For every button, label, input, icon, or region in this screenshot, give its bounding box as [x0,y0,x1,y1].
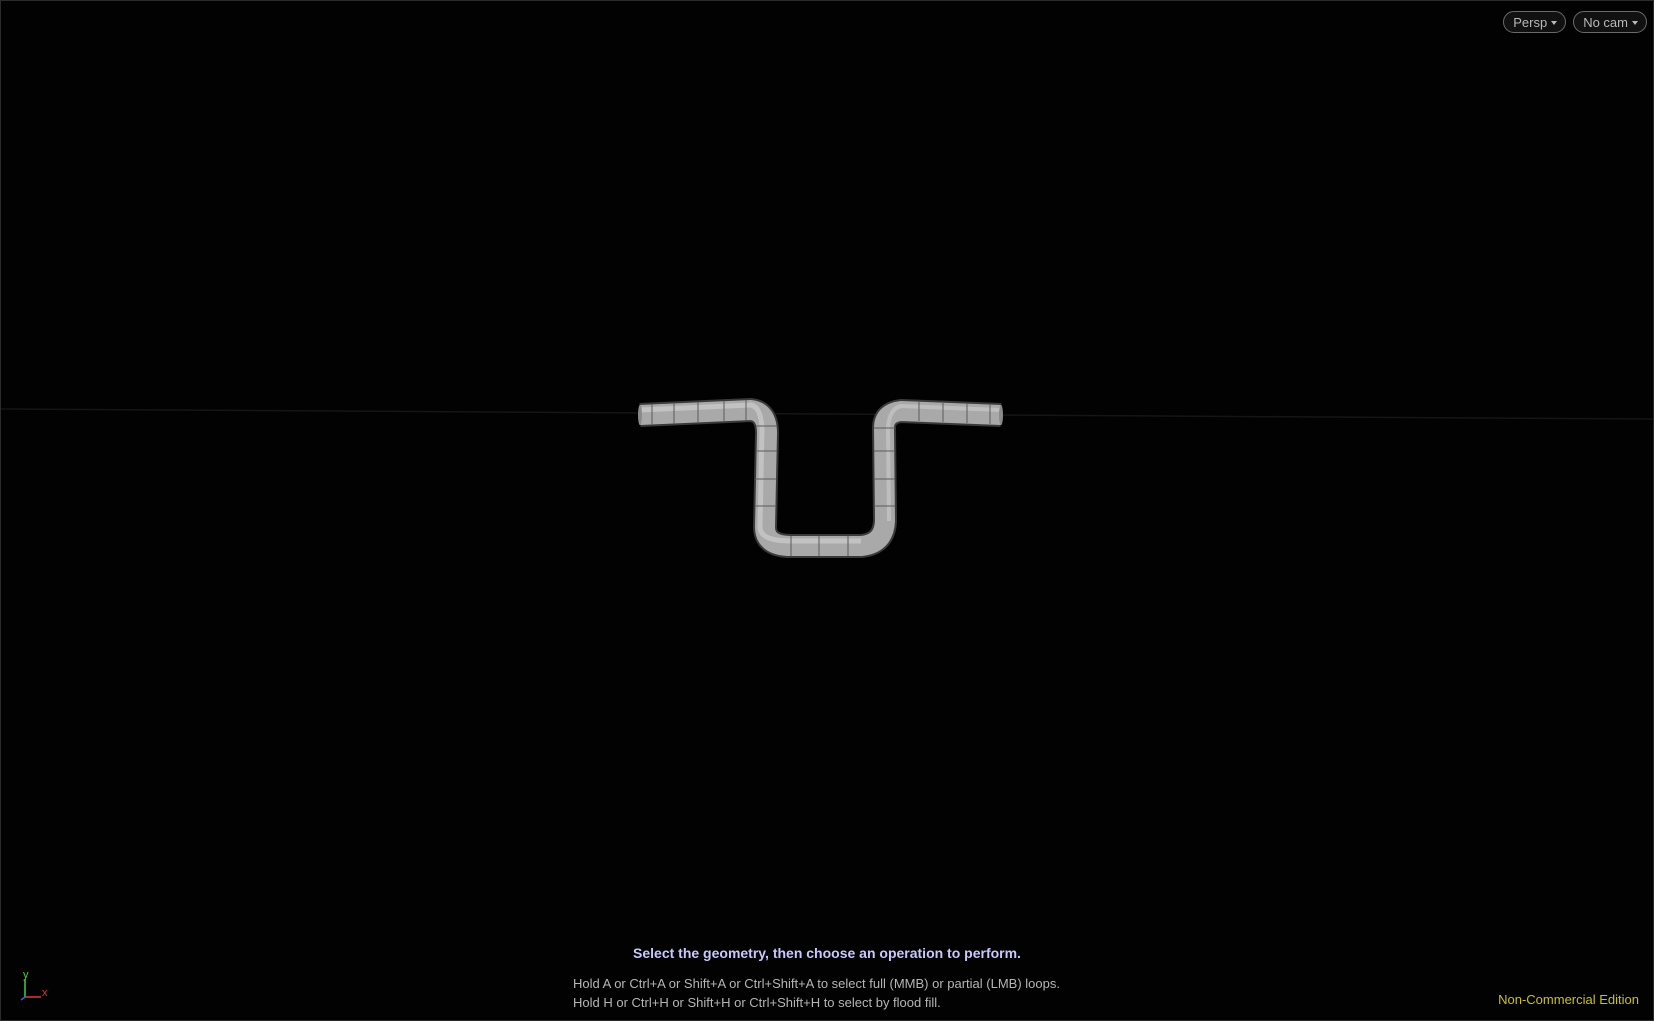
chevron-down-icon [1632,21,1638,25]
camera-select-label: No cam [1583,14,1628,30]
scene-viewport[interactable]: Persp No cam Select the geometry, then c… [0,0,1654,1021]
flood-fill-hint: Hold H or Ctrl+H or Shift+H or Ctrl+Shif… [573,995,941,1010]
camera-select-menu[interactable]: No cam [1573,11,1647,33]
axis-gizmo-icon: y x [19,969,59,1003]
operation-prompt: Select the geometry, then choose an oper… [633,945,1021,961]
axis-y-label: y [23,969,29,981]
axis-x-label: x [42,987,48,999]
perspective-view-label: Persp [1513,14,1548,30]
selection-hints: Hold A or Ctrl+A or Shift+A or Ctrl+Shif… [573,974,1060,1012]
viewport-camera-controls: Persp No cam [1503,11,1647,33]
pipe-geometry[interactable] [1,1,1653,1020]
loop-selection-hint: Hold A or Ctrl+A or Shift+A or Ctrl+Shif… [573,976,1060,991]
edition-label: Non-Commercial Edition [1498,992,1639,1007]
chevron-down-icon [1551,21,1558,25]
perspective-view-menu[interactable]: Persp [1503,11,1567,33]
